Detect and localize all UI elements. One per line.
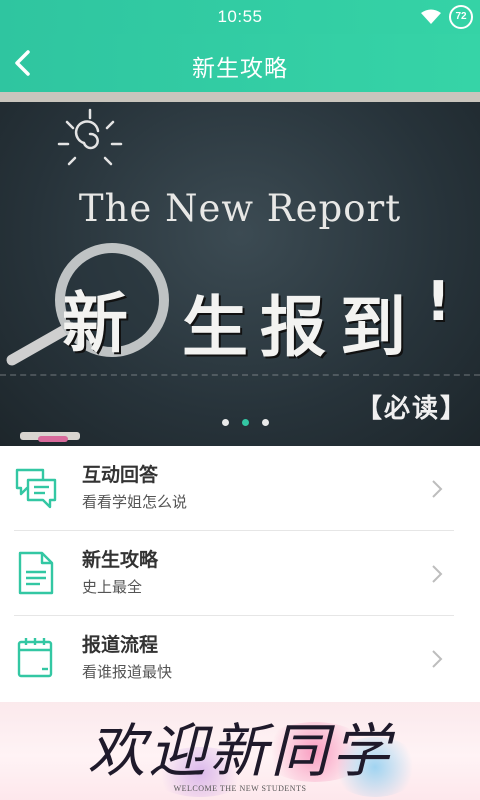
chevron-right-icon: [432, 480, 443, 498]
chevron-right-icon: [432, 565, 443, 583]
page-indicator: [222, 419, 270, 427]
status-time: 10:55: [217, 7, 263, 26]
menu-item-label: 报道流程: [82, 634, 159, 656]
chat-bubble-icon: [15, 468, 57, 509]
banner-carousel[interactable]: The New Report 新 生 报 到 ! 【必读】: [0, 92, 480, 446]
menu-item-interactive-qa[interactable]: 互动回答 看看学姐怎么说: [0, 446, 480, 531]
menu-item-subtitle: 看谁报道最快: [82, 663, 173, 681]
app-bar: 新生攻略: [0, 34, 480, 92]
welcome-title: 欢迎新同学: [87, 717, 393, 785]
page-dot-2-active[interactable]: [242, 419, 249, 426]
chalk-piece-pink: [38, 436, 68, 442]
banner-divider: [0, 374, 480, 376]
welcome-banner: 欢迎新同学 WELCOME THE NEW STUDENTS: [0, 702, 480, 800]
chevron-right-icon: [432, 650, 443, 668]
menu-item-label: 互动回答: [82, 464, 159, 486]
sun-doodle-icon: [57, 108, 123, 166]
page-dot-3[interactable]: [262, 419, 269, 426]
menu-item-freshman-guide[interactable]: 新生攻略 史上最全: [0, 531, 480, 616]
document-icon: [18, 551, 54, 595]
battery-indicator: 72: [449, 5, 473, 29]
banner-frame: [0, 92, 480, 102]
menu-item-registration-process[interactable]: 报道流程 看谁报道最快: [0, 616, 480, 701]
menu-item-subtitle: 史上最全: [82, 578, 143, 596]
big-char-3: 报: [260, 289, 326, 366]
big-char-4: 到: [340, 289, 406, 366]
menu-item-label: 新生攻略: [82, 549, 159, 571]
status-bar: 10:55 72: [0, 0, 480, 34]
big-char-1: 新: [62, 285, 128, 362]
wifi-icon: [421, 9, 441, 24]
page-title: 新生攻略: [192, 56, 288, 82]
welcome-subtitle: WELCOME THE NEW STUDENTS: [173, 784, 307, 793]
big-char-5: !: [426, 270, 451, 333]
banner-big-title: 新 生 报 到 !: [50, 260, 470, 366]
menu-list: 互动回答 看看学姐怎么说 新生攻略 史上最全 报道流程 看谁报道最快: [0, 446, 480, 702]
big-char-2: 生: [182, 289, 248, 366]
page-dot-1[interactable]: [222, 419, 229, 426]
calendar-icon: [17, 638, 53, 678]
banner-headline: The New Report: [78, 187, 402, 230]
menu-item-subtitle: 看看学姐怎么说: [82, 493, 188, 511]
banner-tag: 【必读】: [355, 394, 468, 424]
